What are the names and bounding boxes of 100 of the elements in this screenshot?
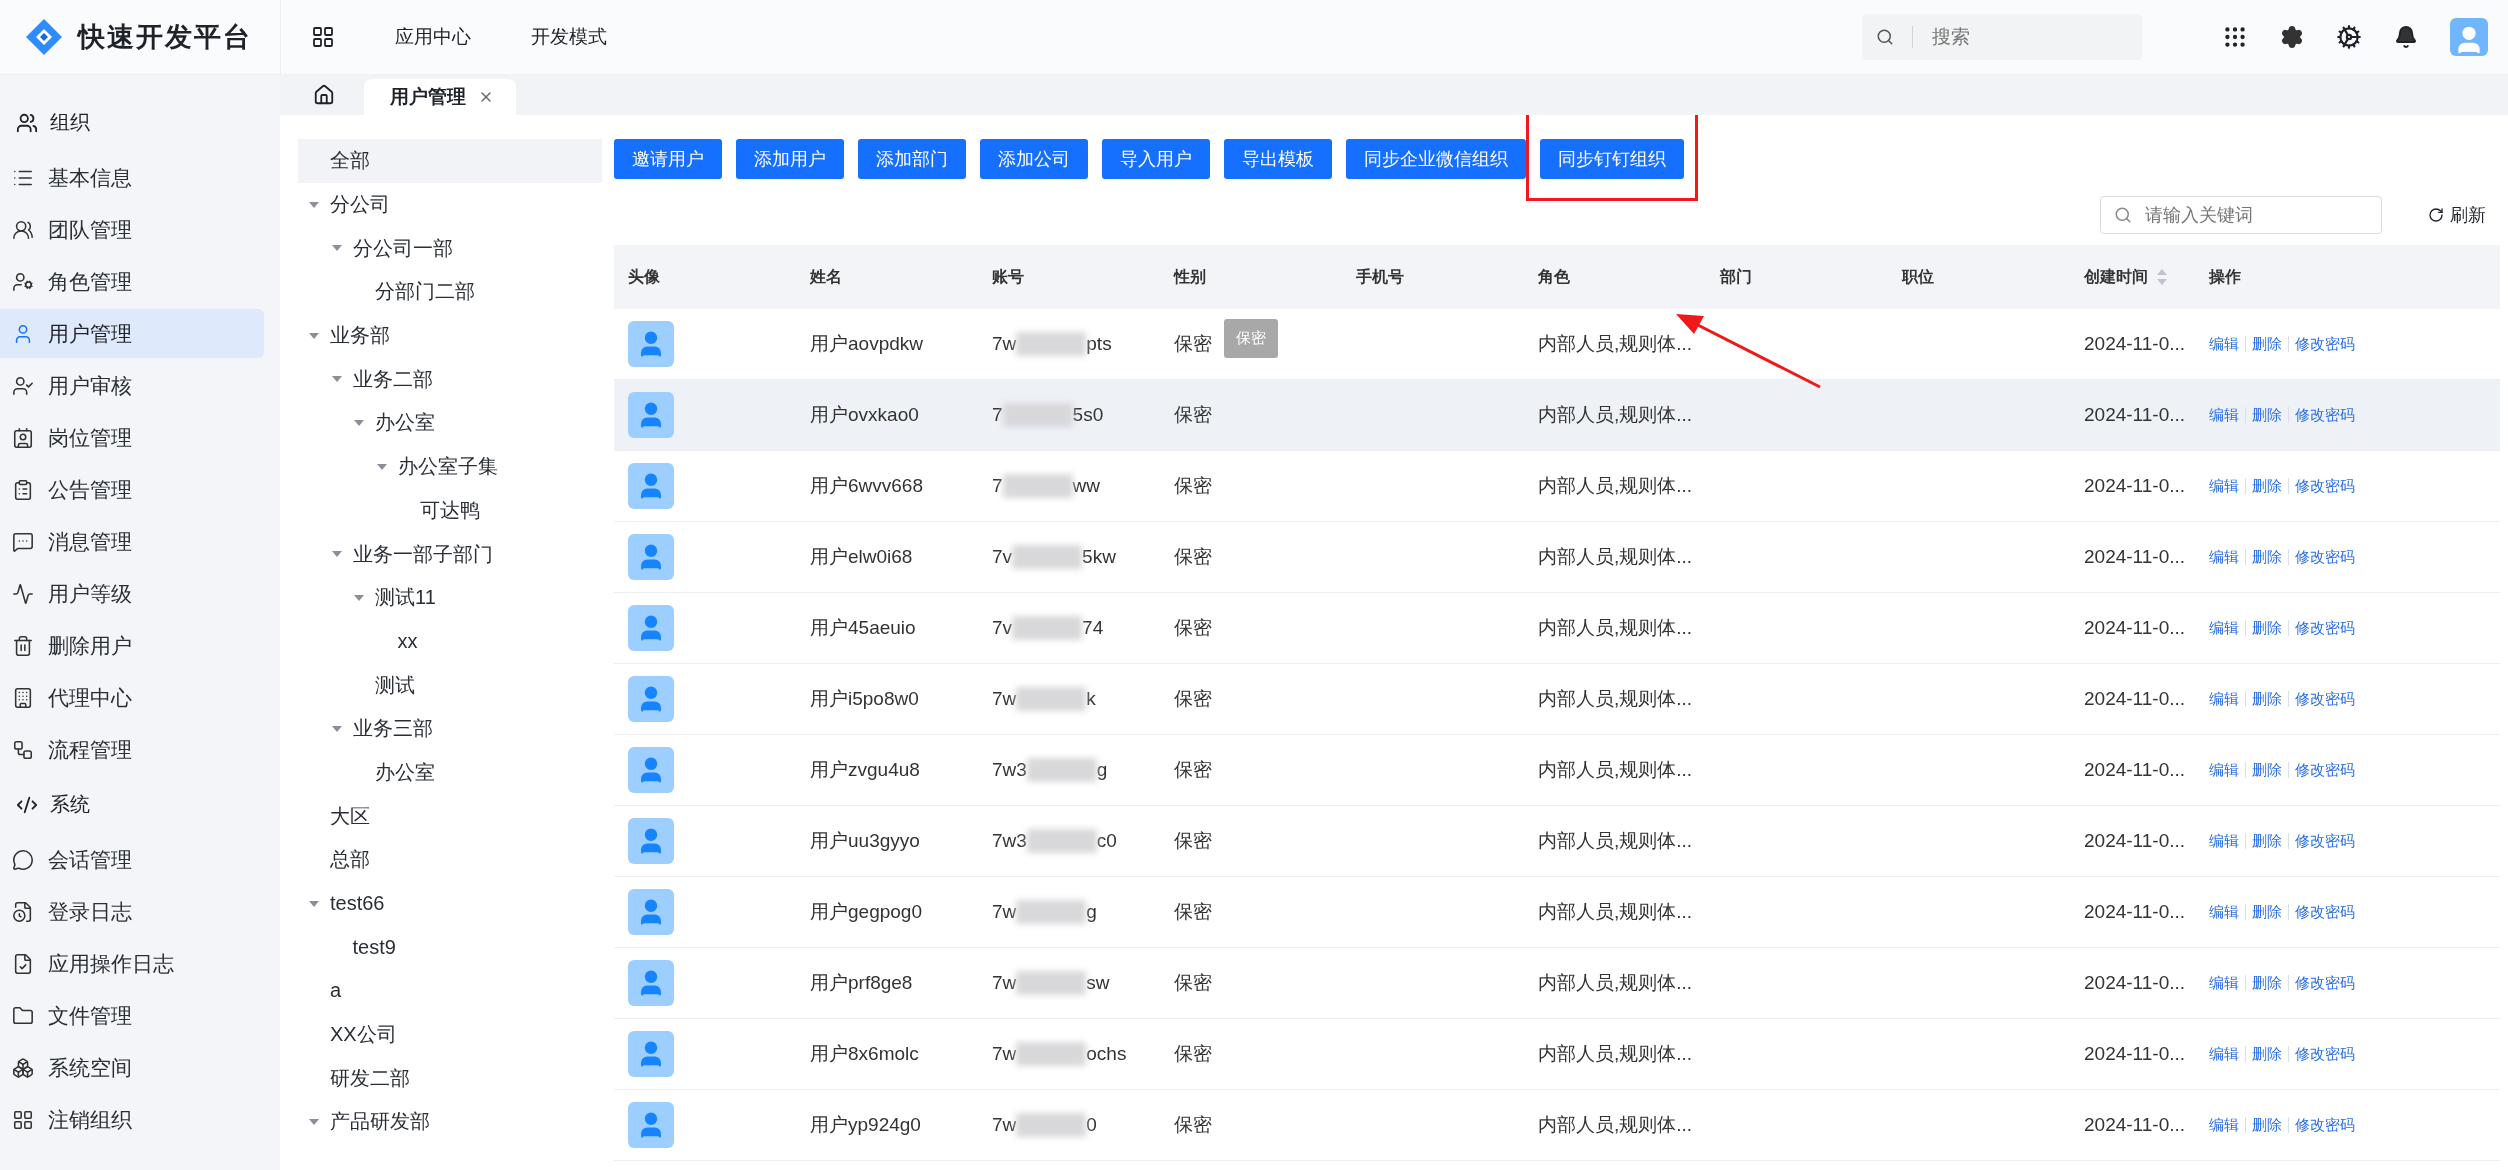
sidebar-item[interactable]: 用户等级 — [0, 569, 264, 618]
tree-item[interactable]: 测试11 — [298, 575, 602, 620]
sidebar-item[interactable]: 公告管理 — [0, 465, 264, 514]
action-link[interactable]: 修改密码 — [2295, 902, 2355, 922]
action-link[interactable]: 编辑 — [2209, 760, 2239, 780]
action-button[interactable]: 导入用户 — [1102, 139, 1210, 179]
sidebar-item[interactable]: 登录日志 — [0, 887, 264, 936]
nav-link[interactable]: 应用中心 — [395, 24, 471, 50]
tree-item[interactable]: test9 — [298, 925, 602, 970]
column-label: 操作 — [2209, 266, 2241, 287]
action-button[interactable]: 添加公司 — [980, 139, 1088, 179]
action-button[interactable]: 同步钉钉组织 — [1540, 139, 1684, 179]
search-field[interactable]: 搜索 — [1862, 14, 2142, 60]
action-link[interactable]: 删除 — [2252, 973, 2282, 993]
sidebar-item[interactable]: 角色管理 — [0, 257, 264, 306]
action-link[interactable]: 删除 — [2252, 618, 2282, 638]
action-link[interactable]: 删除 — [2252, 1115, 2282, 1135]
search-field[interactable]: 请输入关键词 — [2100, 196, 2382, 234]
refresh-button[interactable]: 刷新 — [2422, 202, 2492, 228]
table-cell: sw — [1086, 972, 1110, 994]
sidebar-item[interactable]: 团队管理 — [0, 205, 264, 254]
sidebar-item[interactable]: 文件管理 — [0, 991, 264, 1040]
sidebar-item[interactable]: 岗位管理 — [0, 413, 264, 462]
action-link[interactable]: 编辑 — [2209, 405, 2239, 425]
tree-item[interactable]: XX公司 — [298, 1012, 602, 1057]
sidebar-item[interactable]: 消息管理 — [0, 517, 264, 566]
sidebar-item[interactable]: 基本信息 — [0, 153, 264, 202]
tree-item[interactable]: 业务三部 — [298, 706, 602, 751]
action-link[interactable]: 修改密码 — [2295, 334, 2355, 354]
table-cell-text: 内部人员,规则体... — [1538, 758, 1693, 782]
tree-item[interactable]: test66 — [298, 881, 602, 926]
tree-item[interactable]: 分公司 — [298, 182, 602, 227]
tree-item[interactable]: a — [298, 969, 602, 1013]
action-link[interactable]: 编辑 — [2209, 689, 2239, 709]
tree-item[interactable]: 大区 — [298, 794, 602, 838]
sidebar-item[interactable]: 删除用户 — [0, 621, 264, 670]
sidebar-item[interactable]: 用户管理 — [0, 309, 264, 358]
table-cell-text: 保密 — [1174, 971, 1212, 995]
table-cell: ww — [1072, 475, 1101, 497]
action-link[interactable]: 删除 — [2252, 476, 2282, 496]
tree-item[interactable]: 业务一部子部门 — [298, 532, 602, 576]
action-link[interactable]: 删除 — [2252, 405, 2282, 425]
action-link[interactable]: 修改密码 — [2295, 973, 2355, 993]
tree-item[interactable]: 研发二部 — [298, 1056, 602, 1101]
sidebar-item[interactable]: 会话管理 — [0, 835, 264, 884]
action-link[interactable]: 修改密码 — [2295, 618, 2355, 638]
action-link[interactable]: 删除 — [2252, 689, 2282, 709]
action-link[interactable]: 编辑 — [2209, 902, 2239, 922]
sidebar-item[interactable]: 系统空间 — [0, 1043, 264, 1092]
action-link[interactable]: 编辑 — [2209, 831, 2239, 851]
action-link[interactable]: 删除 — [2252, 547, 2282, 567]
tree-item[interactable]: 分公司一部 — [298, 226, 602, 271]
tree-item[interactable]: 办公室 — [298, 401, 602, 445]
tree-item[interactable]: 总部 — [298, 838, 602, 882]
tree-item[interactable]: 产品研发部 — [298, 1100, 602, 1144]
action-link[interactable]: 编辑 — [2209, 476, 2239, 496]
action-link[interactable]: 修改密码 — [2295, 547, 2355, 567]
tree-item[interactable]: 业务二部 — [298, 357, 602, 402]
action-button[interactable]: 添加用户 — [736, 139, 844, 179]
sidebar-item[interactable]: 注销组织 — [0, 1095, 264, 1144]
column-label: 头像 — [628, 266, 660, 287]
action-link[interactable]: 修改密码 — [2295, 405, 2355, 425]
tree-item[interactable]: 测试 — [298, 663, 602, 707]
action-button[interactable]: 导出模板 — [1224, 139, 1332, 179]
tree-item[interactable]: 办公室子集 — [298, 444, 602, 489]
action-link[interactable]: 编辑 — [2209, 973, 2239, 993]
action-link[interactable]: 删除 — [2252, 760, 2282, 780]
action-link[interactable]: 修改密码 — [2295, 1044, 2355, 1064]
sidebar-item[interactable]: 代理中心 — [0, 673, 264, 722]
table-cell-text: 保密 — [1174, 900, 1212, 924]
table-cell: 7v — [992, 617, 1013, 639]
sidebar-item[interactable]: 应用操作日志 — [0, 939, 264, 988]
action-link[interactable]: 删除 — [2252, 1044, 2282, 1064]
action-link[interactable]: 修改密码 — [2295, 689, 2355, 709]
action-link[interactable]: 修改密码 — [2295, 831, 2355, 851]
table-cell: ochs — [1086, 1043, 1127, 1065]
action-button[interactable]: 邀请用户 — [614, 139, 722, 179]
action-link[interactable]: 删除 — [2252, 334, 2282, 354]
sidebar-item[interactable]: 用户审核 — [0, 361, 264, 410]
action-link[interactable]: 修改密码 — [2295, 476, 2355, 496]
tree-item[interactable]: xx — [298, 619, 602, 664]
action-link[interactable]: 编辑 — [2209, 334, 2239, 354]
action-link[interactable]: 编辑 — [2209, 618, 2239, 638]
action-link[interactable]: 修改密码 — [2295, 1115, 2355, 1135]
tree-item[interactable]: 业务部 — [298, 313, 602, 358]
tree-item[interactable]: 分部门二部 — [298, 270, 602, 314]
action-link[interactable]: 修改密码 — [2295, 760, 2355, 780]
action-link[interactable]: 编辑 — [2209, 1044, 2239, 1064]
action-button[interactable]: 同步企业微信组织 — [1346, 139, 1526, 179]
tab[interactable]: 用户管理 — [364, 79, 516, 115]
tree-item[interactable]: 办公室 — [298, 750, 602, 795]
nav-link[interactable]: 开发模式 — [531, 24, 607, 50]
action-button[interactable]: 添加部门 — [858, 139, 966, 179]
action-link[interactable]: 删除 — [2252, 902, 2282, 922]
tree-item[interactable]: 全部 — [298, 139, 602, 183]
action-link[interactable]: 编辑 — [2209, 1115, 2239, 1135]
tree-item[interactable]: 可达鸭 — [298, 488, 602, 533]
action-link[interactable]: 删除 — [2252, 831, 2282, 851]
sidebar-item[interactable]: 流程管理 — [0, 725, 264, 774]
action-link[interactable]: 编辑 — [2209, 547, 2239, 567]
